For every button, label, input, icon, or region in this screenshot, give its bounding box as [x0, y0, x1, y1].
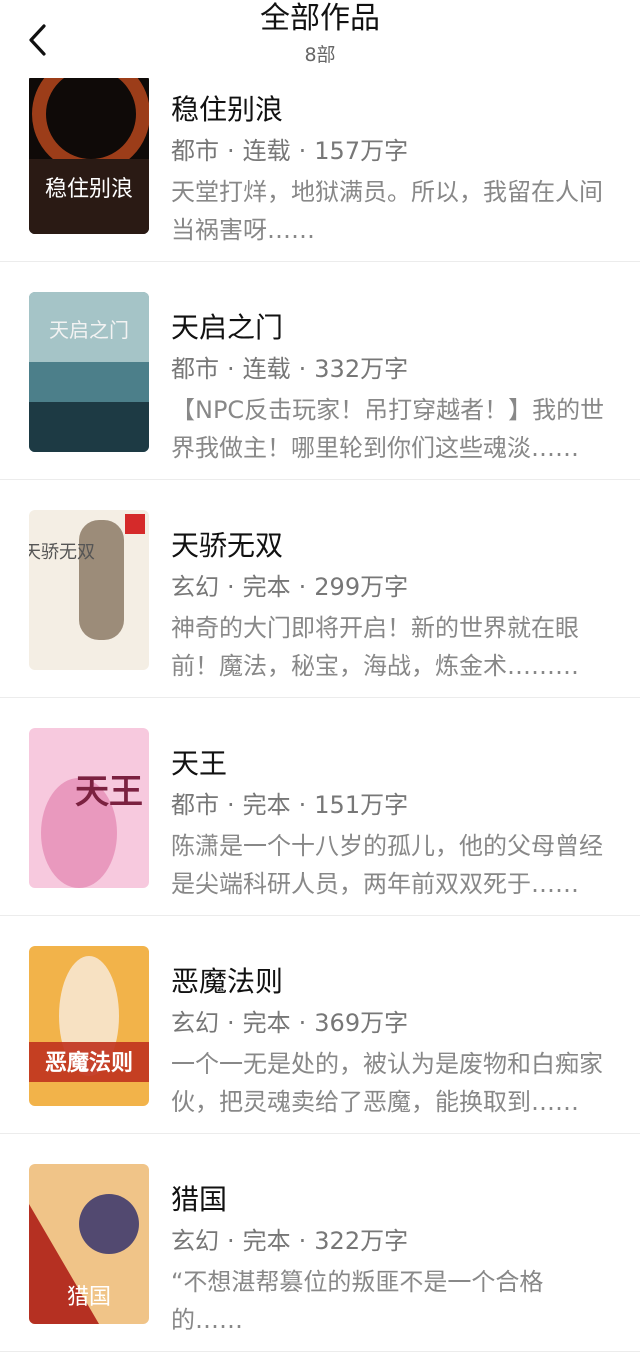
cover-title: 猎国: [67, 1285, 111, 1310]
book-genre: 都市: [171, 137, 219, 165]
book-cover: 天王: [29, 728, 149, 888]
book-genre: 玄幻: [171, 573, 219, 601]
book-genre: 都市: [171, 355, 219, 383]
cover-title: 天启之门: [49, 318, 129, 342]
book-status: 连载: [242, 355, 291, 383]
book-cover: 恶魔法则: [29, 946, 149, 1106]
book-meta: 玄幻 · 完本 · 299万字: [171, 571, 408, 603]
separator-dot: ·: [227, 355, 235, 383]
book-words: 332万字: [314, 355, 409, 383]
book-cover: 天启之门: [29, 292, 149, 452]
book-words: 369万字: [314, 1009, 409, 1037]
book-genre: 玄幻: [171, 1009, 219, 1037]
separator-dot: ·: [298, 355, 307, 383]
book-description: 神奇的大门即将开启！新的世界就在眼前！魔法，秘宝，海战，炼金术………: [171, 614, 579, 680]
book-words: 151万字: [314, 791, 409, 819]
book-description: 一个一无是处的，被认为是废物和白痴家伙，把灵魂卖给了恶魔，能换取到……: [171, 1050, 603, 1116]
page-title: 全部作品: [260, 1, 380, 36]
book-status: 完本: [242, 791, 291, 819]
book-description: 陈潇是一个十八岁的孤儿，他的父母曾经是尖端科研人员，两年前双双死于……: [171, 832, 603, 898]
separator-dot: ·: [298, 1009, 307, 1037]
book-item[interactable]: 天启之门 天启之门 都市 · 连载 · 332万字 【NPC反击玩家！吊打穿越者！】我的…: [0, 262, 640, 480]
book-title: 天骄无双: [171, 529, 284, 562]
book-words: 157万字: [314, 137, 409, 165]
book-status: 完本: [242, 573, 291, 601]
book-title: 稳住别浪: [171, 93, 284, 126]
book-cover: 天骄无双: [29, 510, 149, 670]
book-status: 连载: [242, 137, 291, 165]
book-description: 天堂打烊，地狱满员。所以，我留在人间当祸害呀……: [171, 178, 603, 244]
cover-title: 天骄无双: [29, 542, 95, 563]
book-item[interactable]: 天王 天王 都市 · 完本 · 151万字 陈潇是一个十八岁的孤儿，他的父母曾经是尖端科…: [0, 698, 640, 916]
book-genre: 都市: [171, 791, 219, 819]
separator-dot: ·: [227, 791, 235, 819]
cover-title: 稳住别浪: [45, 177, 133, 202]
book-description: “不想湛帮篡位的叛匪不是一个合格的……: [171, 1268, 544, 1334]
book-words: 322万字: [314, 1227, 409, 1255]
separator-dot: ·: [298, 573, 307, 601]
book-cover: 猎国: [29, 1164, 149, 1324]
nav-header: 全部作品 8部: [0, 0, 640, 78]
cover-title: 恶魔法则: [45, 1050, 133, 1076]
separator-dot: ·: [298, 1227, 307, 1255]
book-title: 天启之门: [171, 311, 284, 344]
book-status: 完本: [242, 1009, 291, 1037]
book-item[interactable]: 猎国 猎国 玄幻 · 完本 · 322万字 “不想湛帮篡位的叛匪不是一个合格的……: [0, 1134, 640, 1352]
book-item[interactable]: 恶魔法则 恶魔法则 玄幻 · 完本 · 369万字 一个一无是处的，被认为是废物和白痴家…: [0, 916, 640, 1134]
separator-dot: ·: [227, 1009, 235, 1037]
book-description: 【NPC反击玩家！吊打穿越者！】我的世界我做主！哪里轮到你们这些魂淡……: [171, 396, 605, 462]
book-words: 299万字: [314, 573, 409, 601]
book-title: 恶魔法则: [171, 965, 284, 998]
separator-dot: ·: [298, 791, 307, 819]
cover-title: 天王: [75, 772, 143, 812]
book-meta: 都市 · 连载 · 157万字: [171, 135, 408, 167]
book-status: 完本: [242, 1227, 291, 1255]
separator-dot: ·: [227, 1227, 235, 1255]
book-cover: 稳住别浪: [29, 74, 149, 234]
separator-dot: ·: [227, 137, 235, 165]
book-meta: 玄幻 · 完本 · 322万字: [171, 1225, 408, 1257]
work-count: 8部: [304, 44, 336, 66]
book-meta: 都市 · 连载 · 332万字: [171, 353, 408, 385]
book-meta: 玄幻 · 完本 · 369万字: [171, 1007, 408, 1039]
book-item[interactable]: 天骄无双 天骄无双 玄幻 · 完本 · 299万字 神奇的大门即将开启！新的世界就在眼前…: [0, 480, 640, 698]
separator-dot: ·: [227, 573, 235, 601]
separator-dot: ·: [298, 137, 307, 165]
book-title: 天王: [171, 747, 228, 780]
book-genre: 玄幻: [171, 1227, 219, 1255]
book-meta: 都市 · 完本 · 151万字: [171, 789, 408, 821]
book-title: 猎国: [171, 1183, 228, 1216]
